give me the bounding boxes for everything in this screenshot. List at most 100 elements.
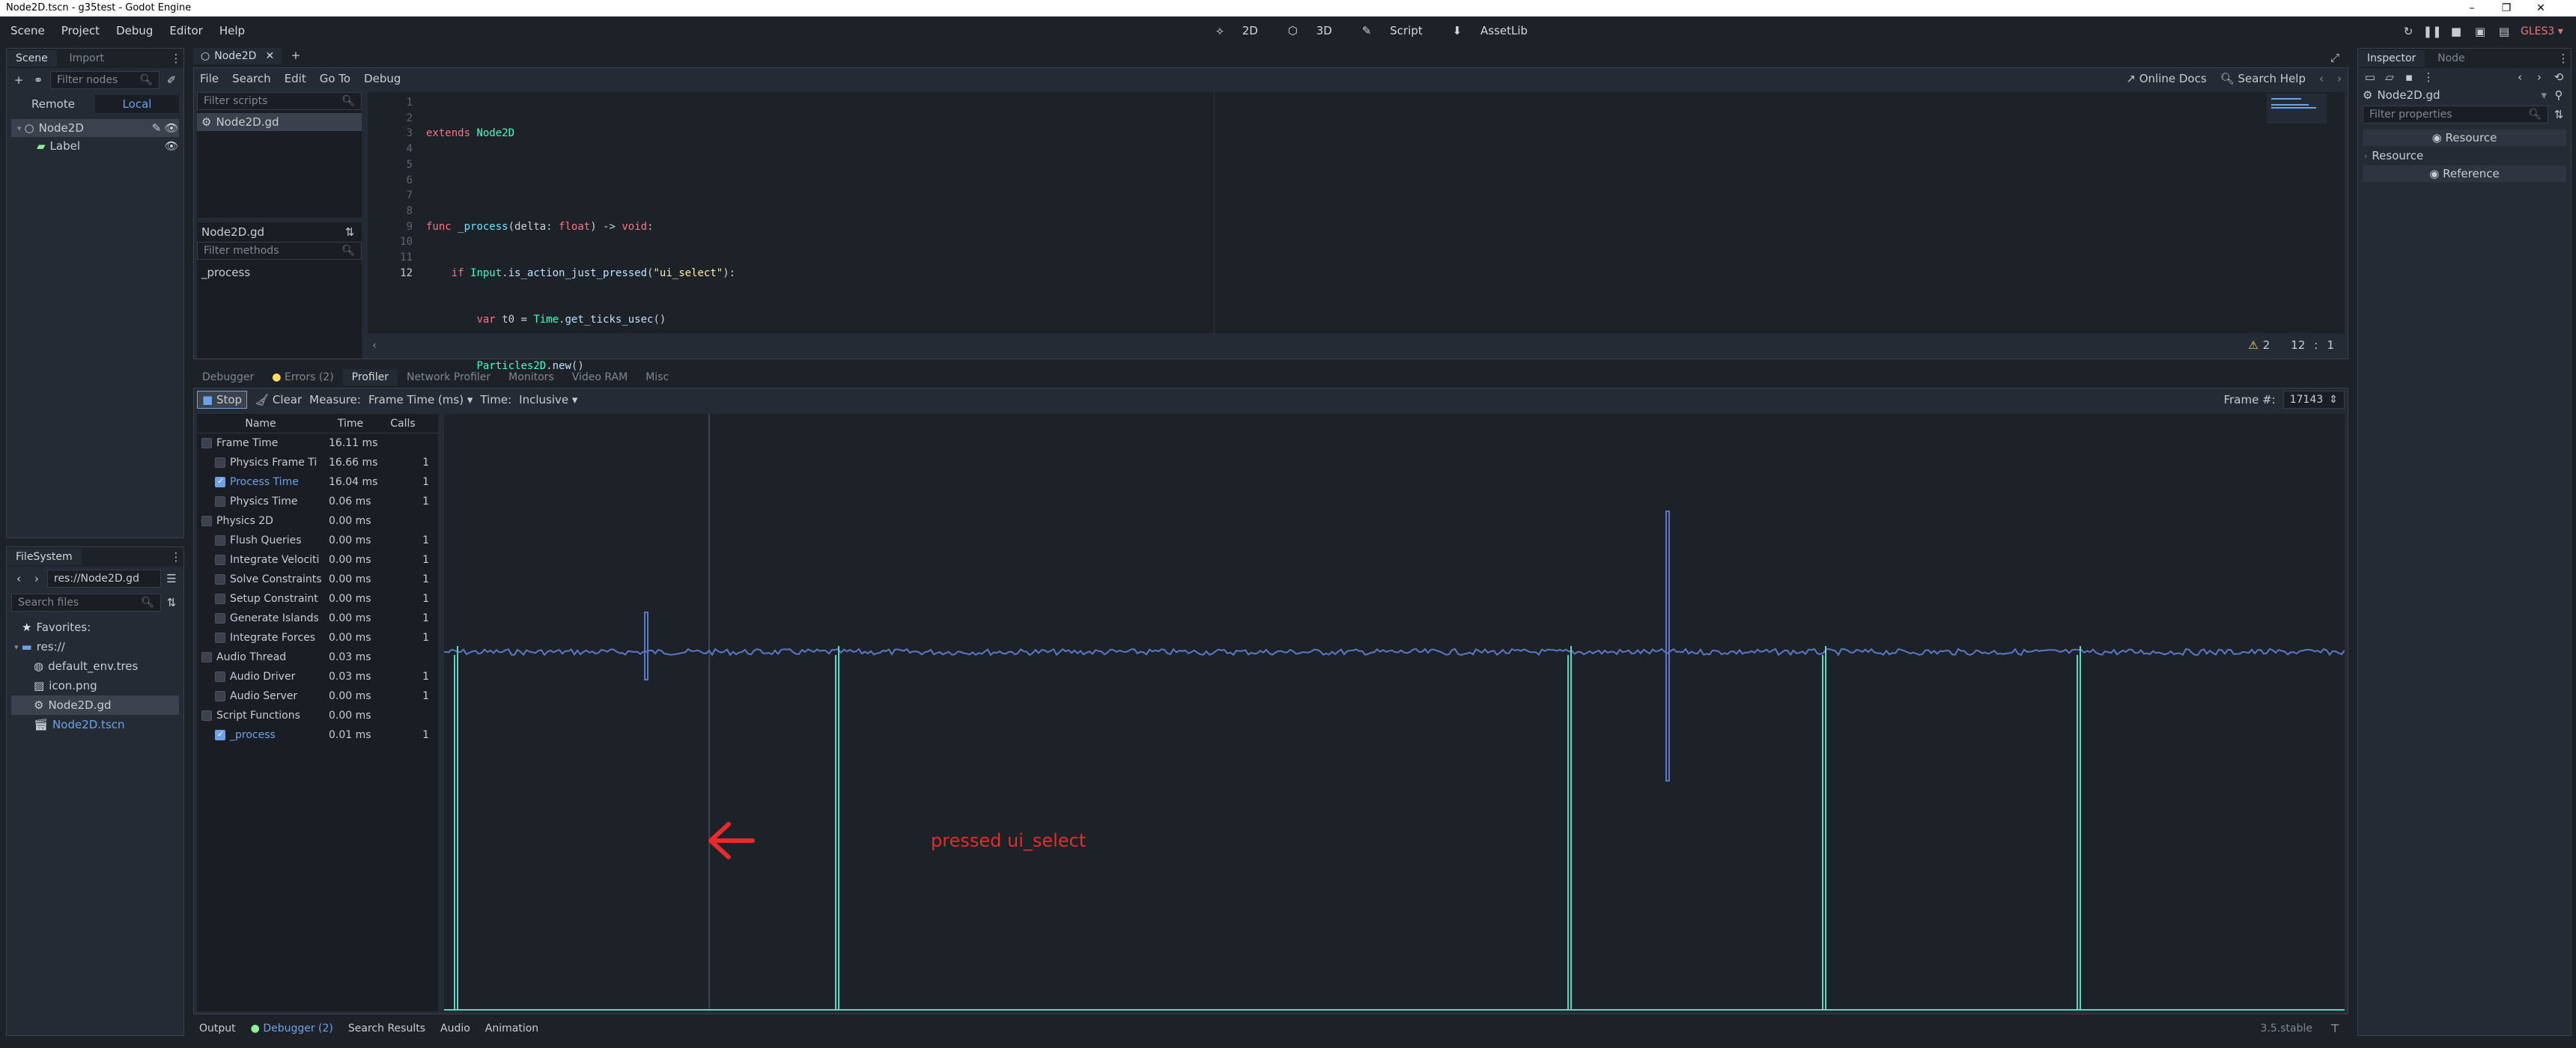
history-forward-icon[interactable]: › xyxy=(2532,70,2547,85)
profiler-row-checkbox[interactable] xyxy=(215,476,225,487)
tab-errors[interactable]: ● Errors (2) xyxy=(263,369,342,386)
clear-button[interactable]: 🧹︎ Clear xyxy=(255,393,302,406)
profiler-row[interactable]: Flush Queries 0.00 ms 1 xyxy=(197,531,438,550)
sort-icon[interactable]: ⇅ xyxy=(2551,107,2566,122)
distraction-free-icon[interactable]: ⤢ xyxy=(2327,50,2342,65)
maximize-button[interactable]: ❐ xyxy=(2489,0,2524,16)
sort-icon[interactable]: ⇅ xyxy=(164,595,179,610)
profiler-row[interactable]: Audio Driver 0.03 ms 1 xyxy=(197,667,438,686)
remote-button[interactable]: Remote xyxy=(11,97,95,111)
filter-nodes-input[interactable]: Filter nodes 🔍︎ xyxy=(50,71,160,89)
add-node-icon[interactable]: + xyxy=(11,73,26,88)
measure-select[interactable]: Frame Time (ms) ▾ xyxy=(368,393,473,406)
profiler-row[interactable]: Physics Frame Ti 16.66 ms 1 xyxy=(197,453,438,472)
profiler-row-checkbox[interactable] xyxy=(215,594,225,604)
profiler-row-checkbox[interactable] xyxy=(215,633,225,643)
profiler-row[interactable]: Physics Time 0.06 ms 1 xyxy=(197,492,438,511)
visibility-icon[interactable]: 👁︎ xyxy=(164,121,179,135)
close-tab-icon[interactable]: ✕ xyxy=(265,50,274,62)
profiler-row-checkbox[interactable] xyxy=(201,710,212,721)
reload-icon[interactable]: ↻ xyxy=(2401,24,2416,39)
tab-debugger[interactable]: Debugger xyxy=(193,369,263,386)
file-item[interactable]: ◍ default_env.tres xyxy=(11,656,179,676)
menu-editor[interactable]: Editor xyxy=(169,24,202,37)
play-scene-icon[interactable]: ▣ xyxy=(2473,24,2488,39)
minimize-button[interactable]: – xyxy=(2455,0,2489,16)
chevron-down-icon[interactable]: ▾ xyxy=(2541,88,2547,102)
back-icon[interactable]: ‹ xyxy=(11,571,26,586)
split-mode-icon[interactable]: ☰ xyxy=(164,571,179,586)
frame-spinbox[interactable]: 17143 ⇕ xyxy=(2282,391,2345,409)
bottom-tab-debugger[interactable]: ● Debugger (2) xyxy=(251,1023,333,1035)
add-tab-icon[interactable]: + xyxy=(288,48,303,63)
new-resource-icon[interactable]: ▭ xyxy=(2363,70,2378,85)
code-editor[interactable]: 1 2 3 4 5 6 7 8 9 10 11 12 extends Node2… xyxy=(368,92,2345,654)
menu-debug[interactable]: Debug xyxy=(116,24,153,37)
profiler-row[interactable]: Audio Server 0.00 ms 1 xyxy=(197,686,438,706)
profiler-graph[interactable]: pressed ui_select xyxy=(444,414,2345,1011)
profiler-row[interactable]: Script Functions 0.00 ms xyxy=(197,706,438,725)
more-icon[interactable]: ⋮ xyxy=(2421,70,2436,85)
profiler-row[interactable]: Setup Constraint 0.00 ms 1 xyxy=(197,589,438,609)
script-list-item[interactable]: ⚙ Node2D.gd xyxy=(197,113,362,131)
profiler-row[interactable]: Audio Thread 0.03 ms xyxy=(197,648,438,667)
tab-misc[interactable]: Misc xyxy=(637,369,678,386)
bottom-tab-search-results[interactable]: Search Results xyxy=(348,1023,425,1035)
object-properties-icon[interactable]: ⚲ xyxy=(2551,88,2566,103)
toggle-scripts-panel-icon[interactable]: ‹ xyxy=(372,338,377,352)
menu-project[interactable]: Project xyxy=(61,24,100,37)
tab-import[interactable]: Import xyxy=(60,50,112,67)
forward-icon[interactable]: › xyxy=(29,571,44,586)
file-item[interactable]: ⚙ Node2D.gd xyxy=(11,695,179,715)
file-item[interactable]: ▨ icon.png xyxy=(11,676,179,695)
profiler-row-checkbox[interactable] xyxy=(215,496,225,507)
reference-category[interactable]: ◉ Reference xyxy=(2363,165,2566,182)
file-item[interactable]: 🎬︎ Node2D.tscn xyxy=(11,715,179,734)
search-files-input[interactable]: Search files 🔍︎ xyxy=(11,594,161,612)
path-field[interactable]: res://Node2D.gd xyxy=(47,570,161,588)
bottom-tab-animation[interactable]: Animation xyxy=(485,1023,538,1035)
tab-video-ram[interactable]: Video RAM xyxy=(563,369,637,386)
prev-script-icon[interactable]: ‹ xyxy=(2319,72,2324,85)
profiler-row-checkbox[interactable] xyxy=(215,613,225,624)
profiler-row-checkbox[interactable] xyxy=(201,516,212,526)
next-script-icon[interactable]: › xyxy=(2337,72,2342,85)
profiler-row-checkbox[interactable] xyxy=(215,671,225,682)
inspector-object-name[interactable]: Node2D.gd xyxy=(2377,88,2536,102)
tab-monitors[interactable]: Monitors xyxy=(499,369,563,386)
script-menu-goto[interactable]: Go To xyxy=(320,72,350,85)
resource-category[interactable]: ◉ Resource xyxy=(2363,130,2566,146)
stop-icon[interactable]: ■ xyxy=(2449,24,2464,39)
code-minimap[interactable] xyxy=(2267,94,2327,124)
profiler-row-checkbox[interactable] xyxy=(201,438,212,448)
play-custom-icon[interactable]: ▤ xyxy=(2497,24,2512,39)
history-back-icon[interactable]: ‹ xyxy=(2512,70,2527,85)
menu-scene[interactable]: Scene xyxy=(10,24,45,37)
tab-network-profiler[interactable]: Network Profiler xyxy=(398,369,499,386)
mode-3d[interactable]: ⬡ 3D xyxy=(1281,24,1340,37)
dock-menu-icon[interactable]: ⋮ xyxy=(2556,51,2571,66)
bottom-tab-output[interactable]: Output xyxy=(199,1023,236,1035)
file-item[interactable]: ▾ ▬ res:// xyxy=(11,637,179,656)
dock-menu-icon[interactable]: ⋮ xyxy=(168,51,183,66)
save-icon[interactable]: ▪ xyxy=(2402,70,2416,85)
tab-scene[interactable]: Scene xyxy=(7,50,57,67)
attach-script-icon[interactable]: ✐ xyxy=(164,73,179,88)
tab-inspector[interactable]: Inspector xyxy=(2358,50,2425,67)
filter-methods-input[interactable]: Filter methods 🔍︎ xyxy=(197,242,362,260)
profiler-row-checkbox[interactable] xyxy=(215,729,225,740)
link-icon[interactable]: ⚭ xyxy=(31,73,46,88)
profiler-row[interactable]: Process Time 16.04 ms 1 xyxy=(197,472,438,492)
script-attached-icon[interactable]: ✎ xyxy=(149,121,164,135)
close-window-button[interactable]: ✕ xyxy=(2524,0,2558,16)
search-help-button[interactable]: 🔍︎ Search Help xyxy=(2220,72,2306,85)
profiler-row[interactable]: Generate Islands 0.00 ms 1 xyxy=(197,609,438,628)
profiler-row[interactable]: Integrate Forces 0.00 ms 1 xyxy=(197,628,438,648)
mode-2d[interactable]: ⟡ 2D xyxy=(1209,24,1266,37)
profiler-row-checkbox[interactable] xyxy=(215,535,225,546)
profiler-row[interactable]: Integrate Velociti 0.00 ms 1 xyxy=(197,550,438,570)
tab-profiler[interactable]: Profiler xyxy=(342,369,398,386)
bottom-tab-audio[interactable]: Audio xyxy=(440,1023,470,1035)
profiler-row[interactable]: Solve Constraints 0.00 ms 1 xyxy=(197,570,438,589)
open-icon[interactable]: ▱ xyxy=(2382,70,2397,85)
